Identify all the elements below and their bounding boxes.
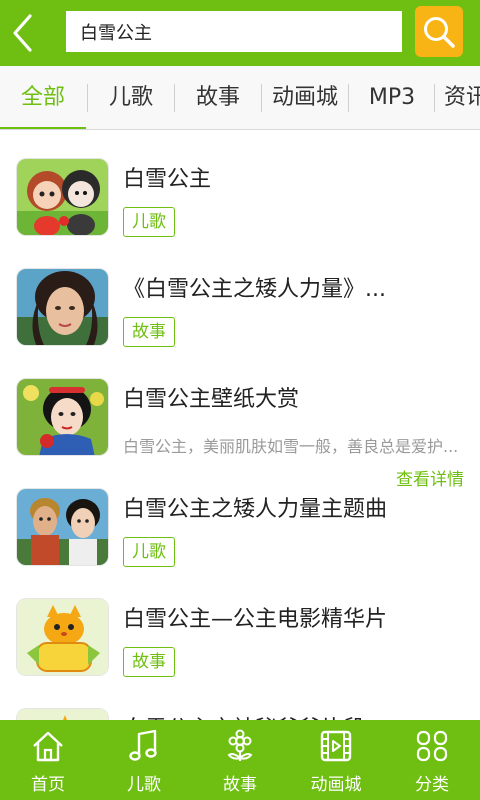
tab-news[interactable]: 资讯: [444, 66, 480, 129]
grid-icon: [416, 730, 448, 762]
music-note-icon: [129, 729, 157, 761]
list-item[interactable]: 白雪公主 儿歌: [0, 131, 480, 241]
nav-songs[interactable]: 儿歌: [96, 720, 192, 800]
bottom-navigation: 首页 儿歌 故事 动画城 分类: [0, 720, 480, 800]
tab-stories[interactable]: 故事: [175, 66, 261, 129]
item-tag: 儿歌: [123, 537, 175, 567]
nav-categories[interactable]: 分类: [384, 720, 480, 800]
list-item[interactable]: 《白雪公主之矮人力量》... 故事: [0, 241, 480, 351]
nav-stories-label: 故事: [223, 775, 257, 795]
item-tag: 故事: [123, 317, 175, 347]
item-title: 白雪公主之矮人力量主题曲: [123, 497, 388, 522]
item-thumbnail: [16, 378, 109, 456]
tab-mp3[interactable]: MP3: [349, 66, 435, 129]
item-thumbnail: [16, 598, 109, 676]
list-item[interactable]: 白雪公主之神秘爷爷片段: [0, 681, 480, 720]
item-thumbnail: [16, 158, 109, 236]
nav-home-label: 首页: [31, 775, 65, 795]
result-list: 白雪公主 儿歌 《白雪公主之矮人力量》... 故事 白雪公主壁纸大赏 白雪公主，…: [0, 131, 480, 720]
search-button[interactable]: [415, 6, 463, 57]
item-thumbnail: [16, 488, 109, 566]
list-item[interactable]: 白雪公主之矮人力量主题曲 儿歌: [0, 461, 480, 571]
item-title: 白雪公主: [123, 167, 212, 192]
item-tag: 故事: [123, 647, 175, 677]
back-arrow-icon: [13, 14, 32, 52]
header-bar: [0, 0, 480, 66]
category-tabs: 全部 儿歌 故事 动画城 MP3 资讯: [0, 66, 480, 130]
nav-stories[interactable]: 故事: [192, 720, 288, 800]
tab-songs[interactable]: 儿歌: [88, 66, 174, 129]
back-button[interactable]: [6, 8, 46, 58]
nav-cartoons-label: 动画城: [310, 775, 362, 795]
nav-songs-label: 儿歌: [127, 775, 161, 795]
active-tab-indicator: [0, 127, 86, 129]
flower-icon: [227, 729, 253, 761]
item-title: 白雪公主壁纸大赏: [123, 387, 300, 412]
app-screen: 全部 儿歌 故事 动画城 MP3 资讯: [0, 0, 480, 800]
item-tag: 儿歌: [123, 207, 175, 237]
search-box: [66, 11, 402, 52]
item-thumbnail: [16, 268, 109, 346]
list-item[interactable]: 白雪公主—公主电影精华片 故事: [0, 571, 480, 681]
tab-cartoons[interactable]: 动画城: [262, 66, 348, 129]
list-item[interactable]: 白雪公主壁纸大赏 白雪公主，美丽肌肤如雪一般，善良总是爱护... 查看详情: [0, 351, 480, 490]
item-title: 白雪公主之神秘爷爷片段: [123, 711, 365, 720]
item-thumbnail: [16, 708, 109, 720]
nav-categories-label: 分类: [415, 775, 449, 795]
home-icon: [33, 731, 63, 762]
item-title: 《白雪公主之矮人力量》...: [123, 277, 386, 302]
cat-logo-icon: [17, 599, 108, 675]
tab-divider: [434, 84, 435, 112]
item-title: 白雪公主—公主电影精华片: [123, 607, 388, 632]
nav-cartoons[interactable]: 动画城: [288, 720, 384, 800]
search-icon: [424, 17, 455, 48]
search-input[interactable]: [66, 11, 402, 52]
item-description: 白雪公主，美丽肌肤如雪一般，善良总是爱护...: [123, 437, 459, 456]
nav-home[interactable]: 首页: [0, 720, 96, 800]
tab-all[interactable]: 全部: [0, 66, 86, 129]
film-icon: [320, 730, 352, 762]
